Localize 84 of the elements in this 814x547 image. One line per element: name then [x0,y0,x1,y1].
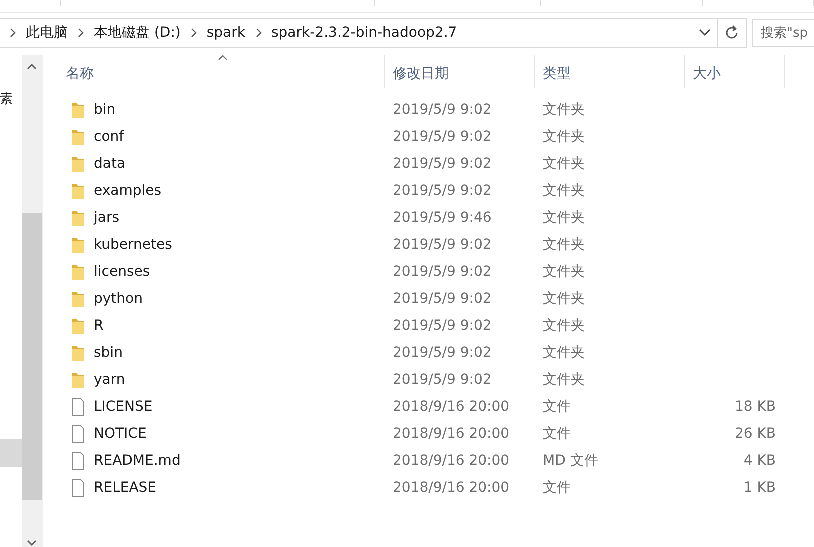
modified-date: 2019/5/9 9:02 [392,318,492,334]
folder-icon [70,208,86,226]
chevron-icon [190,28,198,38]
chevron-icon [254,28,262,38]
file-size: 18 KB [734,398,776,414]
folder-icon [70,316,86,334]
file-type: 文件 [542,426,571,442]
breadcrumb-item[interactable]: 此电脑 [26,24,68,42]
folder-icon [70,154,86,172]
file-name[interactable]: R [94,318,104,334]
folder-icon [70,344,86,362]
folder-icon [70,262,86,280]
file-name[interactable]: NOTICE [94,426,147,442]
file-name[interactable]: examples [94,182,162,198]
refresh-icon[interactable] [724,25,740,41]
modified-date: 2019/5/9 9:02 [392,236,492,252]
scroll-up-icon[interactable] [27,64,37,70]
file-size: 26 KB [734,426,776,442]
file-name[interactable]: RELEASE [94,480,157,496]
search-field[interactable]: 搜索"sp [752,19,814,47]
scroll-down-icon[interactable] [27,540,37,546]
modified-date: 2019/5/9 9:02 [392,182,492,198]
file-name[interactable]: sbin [94,344,123,360]
file-name[interactable]: jars [94,210,120,226]
column-header[interactable]: 大小 [685,55,785,88]
file-icon [70,424,86,442]
file-type: 文件夹 [542,182,585,198]
breadcrumb-item[interactable]: spark-2.3.2-bin-hadoop2.7 [272,25,458,41]
sort-icon [218,55,228,61]
folder-icon [70,290,86,308]
folder-icon [70,236,86,254]
breadcrumb-item[interactable]: 本地磁盘 (D:) [94,24,181,42]
file-type: 文件夹 [542,290,585,306]
modified-date: 2019/5/9 9:46 [392,210,492,226]
folder-icon [70,370,86,388]
file-type: 文件夹 [542,102,585,118]
file-name[interactable]: yarn [94,372,126,388]
file-icon [70,478,86,496]
column-header[interactable]: 修改日期 [385,55,535,88]
file-name[interactable]: README.md [94,452,181,468]
modified-date: 2019/5/9 9:02 [392,372,492,388]
file-name[interactable]: LICENSE [94,398,153,414]
modified-date: 2018/9/16 20:00 [392,398,510,414]
folder-icon [70,128,86,146]
file-type: 文件夹 [542,318,585,334]
file-name[interactable]: licenses [94,264,150,280]
file-type: 文件夹 [542,210,585,226]
nav-item[interactable]: 素 [0,87,22,113]
file-type: 文件夹 [542,128,585,144]
chevron-icon [9,28,17,38]
file-type: 文件夹 [542,156,585,172]
file-type: 文件 [542,480,571,496]
column-header[interactable]: 类型 [535,55,685,88]
modified-date: 2019/5/9 9:02 [392,344,492,360]
modified-date: 2019/5/9 9:02 [392,264,492,280]
modified-date: 2018/9/16 20:00 [392,480,510,496]
file-size: 4 KB [744,452,776,468]
modified-date: 2019/5/9 9:02 [392,290,492,306]
file-type: 文件夹 [542,344,585,360]
file-name[interactable]: data [94,156,126,172]
column-header[interactable]: 名称 [43,55,385,88]
breadcrumb-item[interactable]: spark [206,25,246,41]
modified-date: 2018/9/16 20:00 [392,452,510,468]
file-name[interactable]: bin [94,102,116,118]
file-icon [70,398,86,416]
folder-icon [70,100,86,118]
file-type: 文件夹 [542,264,585,280]
folder-icon [70,182,86,200]
file-icon [70,452,86,470]
modified-date: 2018/9/16 20:00 [392,426,510,442]
file-type: 文件夹 [542,236,585,252]
file-type: MD 文件 [542,452,598,468]
file-type: 文件 [542,398,571,414]
dropdown-icon[interactable] [699,29,711,37]
file-name[interactable]: python [94,290,143,306]
chevron-icon [77,28,85,38]
file-type: 文件夹 [542,372,585,388]
file-size: 1 KB [744,480,776,496]
scrollbar-thumb[interactable] [22,213,42,500]
modified-date: 2019/5/9 9:02 [392,102,492,118]
file-name[interactable]: kubernetes [94,236,172,252]
file-name[interactable]: conf [94,128,124,144]
modified-date: 2019/5/9 9:02 [392,156,492,172]
modified-date: 2019/5/9 9:02 [392,128,492,144]
